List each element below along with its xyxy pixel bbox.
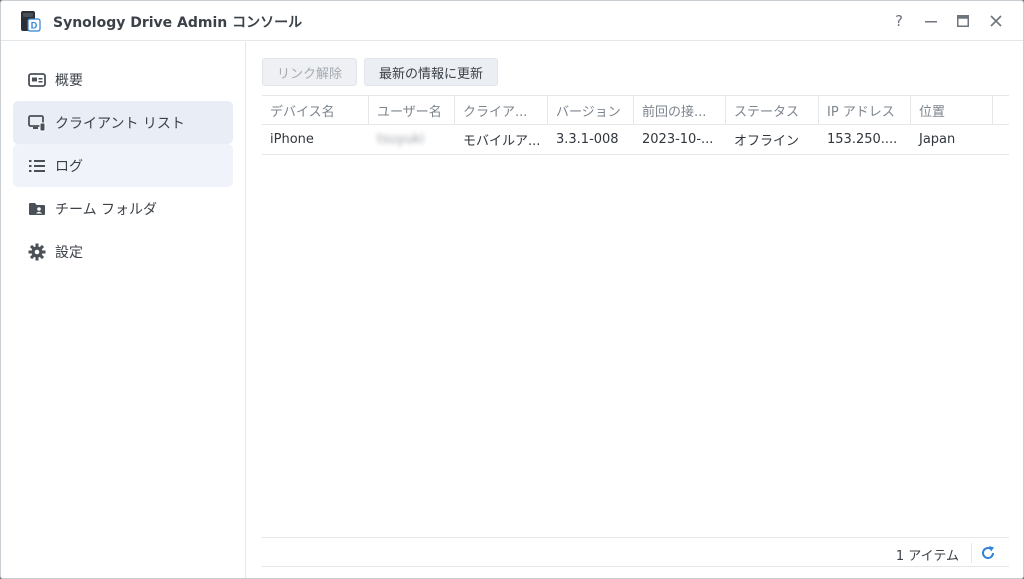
client-monitor-icon [27,113,47,133]
sidebar-item-client-list[interactable]: クライアント リスト [13,101,233,144]
maximize-icon [957,15,969,27]
help-button[interactable]: ? [889,11,909,31]
close-button[interactable] [986,11,1006,31]
item-count: 1 アイテム [895,549,959,564]
minimize-button[interactable] [921,11,941,31]
column-header-user-name[interactable]: ユーザー名 [369,96,455,125]
team-folder-icon [27,199,47,219]
window-title: Synology Drive Admin コンソール [53,15,303,31]
sidebar-item-label: ログ [55,158,83,175]
help-icon: ? [895,12,903,30]
column-header-version[interactable]: バージョン [548,96,634,125]
sidebar-item-settings[interactable]: 設定 [13,230,233,273]
cell-client-type: モバイルア... [463,134,541,149]
cell-user-name: tsuyuki [377,132,425,147]
cell-ip-address: 153.250.... [827,132,898,147]
column-header-device-name[interactable]: デバイス名 [262,96,369,125]
close-icon [990,15,1002,27]
cell-device-name: iPhone [270,132,314,147]
cell-location: Japan [919,132,956,147]
refresh-icon[interactable] [979,544,997,562]
main-panel: リンク解除 最新の情報に更新 デバイス名 ユーザー名 クライア... バージョン… [247,42,1023,578]
title-bar: D Synology Drive Admin コンソール ? [1,1,1023,41]
table-footer: 1 アイテム [262,537,1009,567]
sidebar-item-label: 設定 [55,244,83,261]
app-window: D Synology Drive Admin コンソール ? 概要 クライアント… [0,0,1024,579]
column-header-ip-address[interactable]: IP アドレス [819,96,911,125]
column-header-client-type[interactable]: クライア... [455,96,548,125]
table-row[interactable]: iPhone tsuyuki モバイルア... 3.3.1-008 2023-1… [262,125,1009,155]
svg-text:D: D [31,21,38,31]
footer-divider [971,543,972,563]
cell-status: オフライン [734,134,800,149]
column-header-filler [993,96,1009,125]
synology-drive-app-icon: D [21,11,41,32]
sidebar-item-label: 概要 [55,72,83,89]
overview-card-icon [27,70,47,90]
minimize-icon [925,21,937,23]
column-header-last-connected[interactable]: 前回の接... [634,96,726,125]
sidebar-item-overview[interactable]: 概要 [13,58,233,101]
client-table: デバイス名 ユーザー名 クライア... バージョン 前回の接... ステータス … [262,95,1009,537]
table-header: デバイス名 ユーザー名 クライア... バージョン 前回の接... ステータス … [262,95,1009,125]
refresh-info-button[interactable]: 最新の情報に更新 [364,58,499,86]
toolbar: リンク解除 最新の情報に更新 [262,58,499,86]
sidebar-item-team-folder[interactable]: チーム フォルダ [13,187,233,230]
gear-icon [27,242,47,262]
sidebar: 概要 クライアント リスト ログ チーム フォルダ 設定 [1,42,246,578]
sidebar-item-log[interactable]: ログ [13,144,233,187]
cell-last-connected: 2023-10-... [642,132,714,147]
cell-version: 3.3.1-008 [556,132,619,147]
unlink-button[interactable]: リンク解除 [262,58,358,86]
maximize-button[interactable] [953,11,973,31]
column-header-location[interactable]: 位置 [911,96,993,125]
column-header-status[interactable]: ステータス [726,96,819,125]
list-log-icon [27,156,47,176]
sidebar-item-label: チーム フォルダ [55,201,158,218]
sidebar-item-label: クライアント リスト [55,115,185,132]
